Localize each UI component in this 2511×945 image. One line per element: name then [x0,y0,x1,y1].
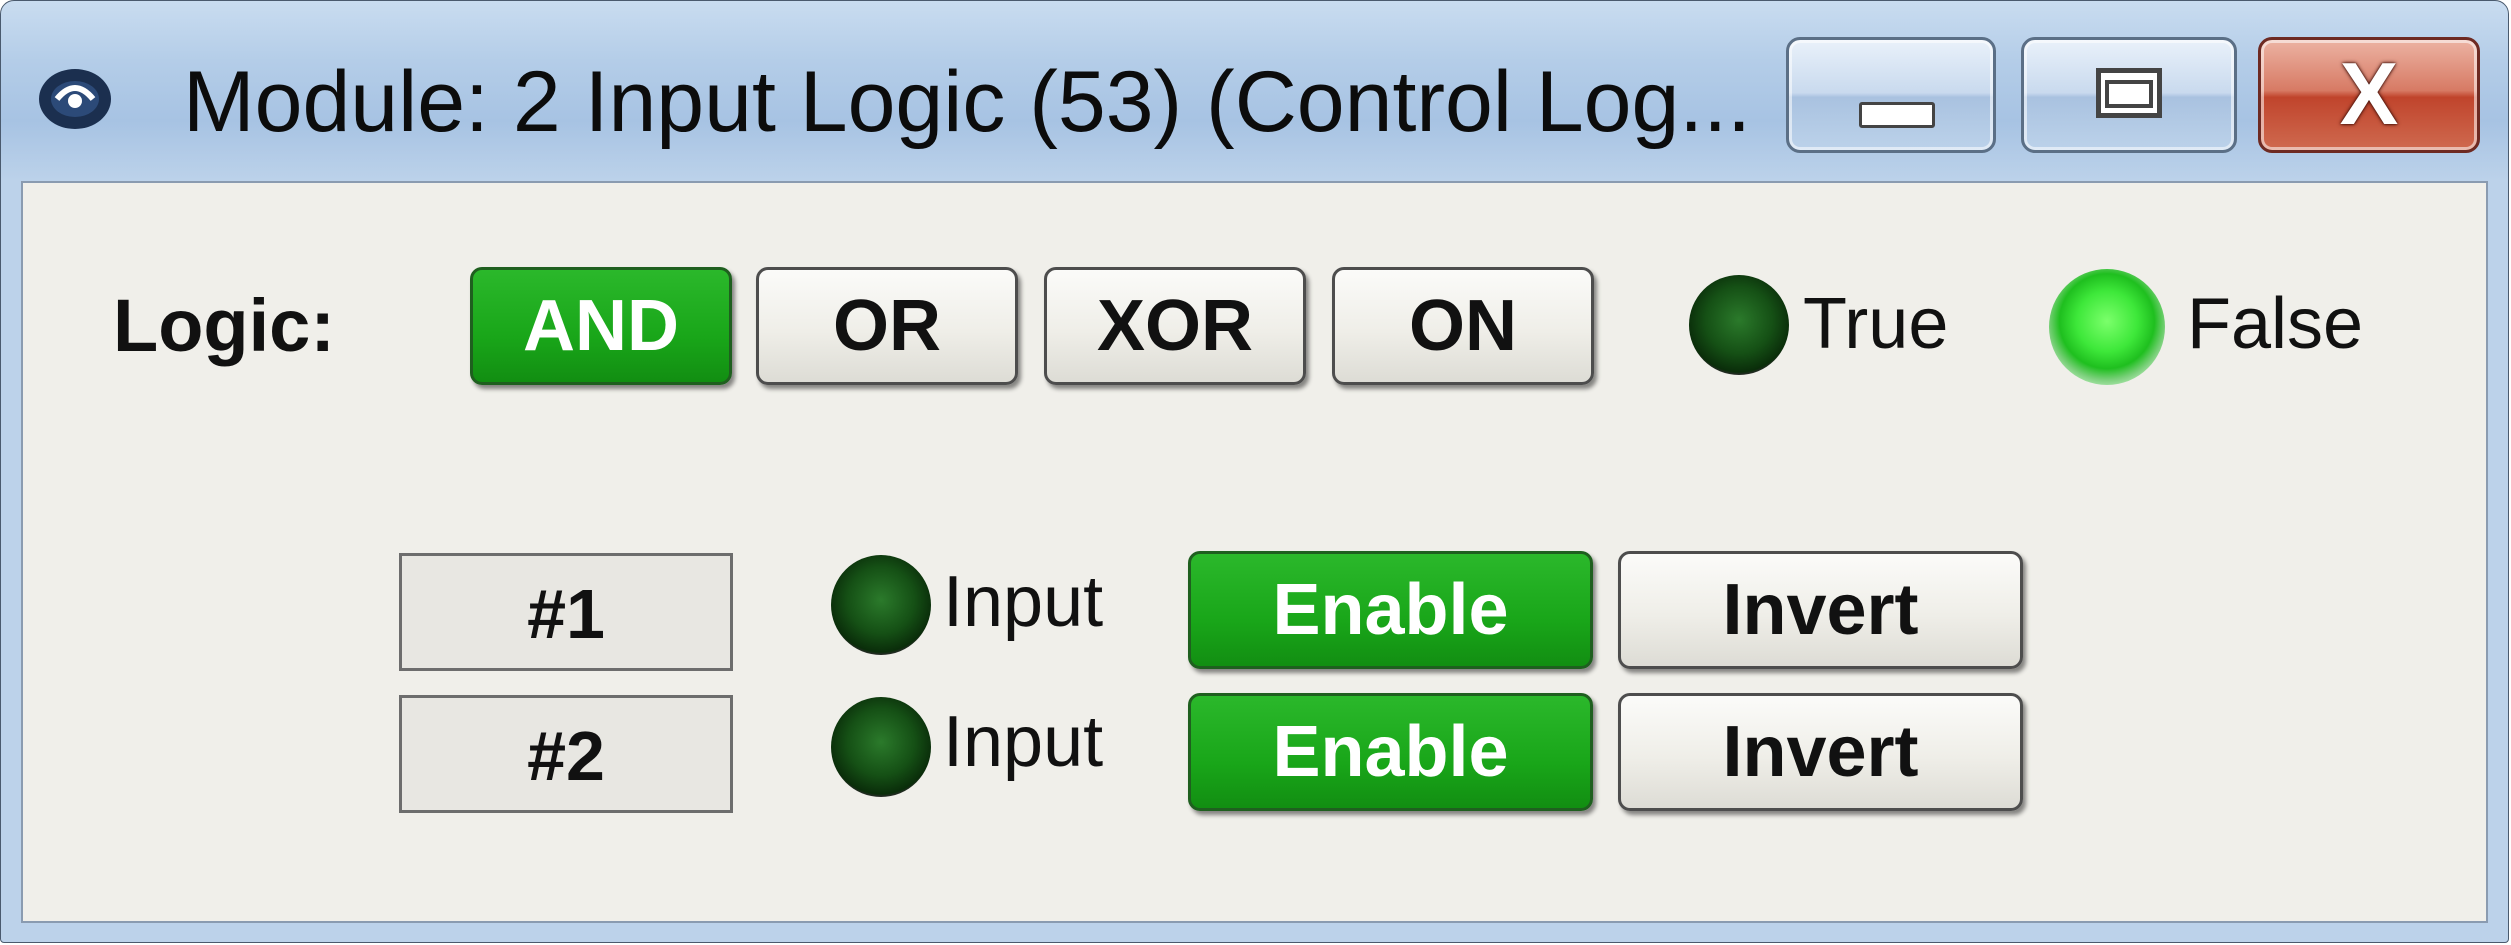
input-2-number: #2 [399,695,733,813]
logic-label: Logic: [113,284,335,367]
logic-or-button[interactable]: OR [756,267,1018,385]
input-2-invert-button[interactable]: Invert [1618,693,2023,811]
input-1-number: #1 [399,553,733,671]
logic-xor-button[interactable]: XOR [1044,267,1306,385]
window-title: Module: 2 Input Logic (53) (Control Log.… [183,54,1751,150]
maximize-button[interactable] [2021,37,2237,153]
input-1-led-indicator [831,555,931,655]
module-panel: Logic: AND OR XOR ON True False #1 Input… [21,181,2488,923]
close-button[interactable]: X [2258,37,2480,153]
input-2-enable-button[interactable]: Enable [1188,693,1593,811]
true-led-indicator [1689,275,1789,375]
minimize-button[interactable] [1786,37,1996,153]
app-logo-icon[interactable] [37,59,113,135]
input-1-enable-button[interactable]: Enable [1188,551,1593,669]
input-1-label: Input [943,562,1104,642]
input-2-led-indicator [831,697,931,797]
true-label: True [1803,284,1949,364]
input-1-invert-button[interactable]: Invert [1618,551,2023,669]
input-2-label: Input [943,702,1104,782]
close-icon: X [2339,44,2399,143]
logic-and-button[interactable]: AND [470,267,732,385]
false-label: False [2187,284,2364,364]
module-window: Module: 2 Input Logic (53) (Control Log.… [0,0,2509,943]
logic-on-button[interactable]: ON [1332,267,1594,385]
maximize-icon [2096,68,2162,118]
minimize-icon [1859,102,1935,128]
false-led-indicator [2049,269,2165,385]
title-bar[interactable]: Module: 2 Input Logic (53) (Control Log.… [1,1,2508,181]
